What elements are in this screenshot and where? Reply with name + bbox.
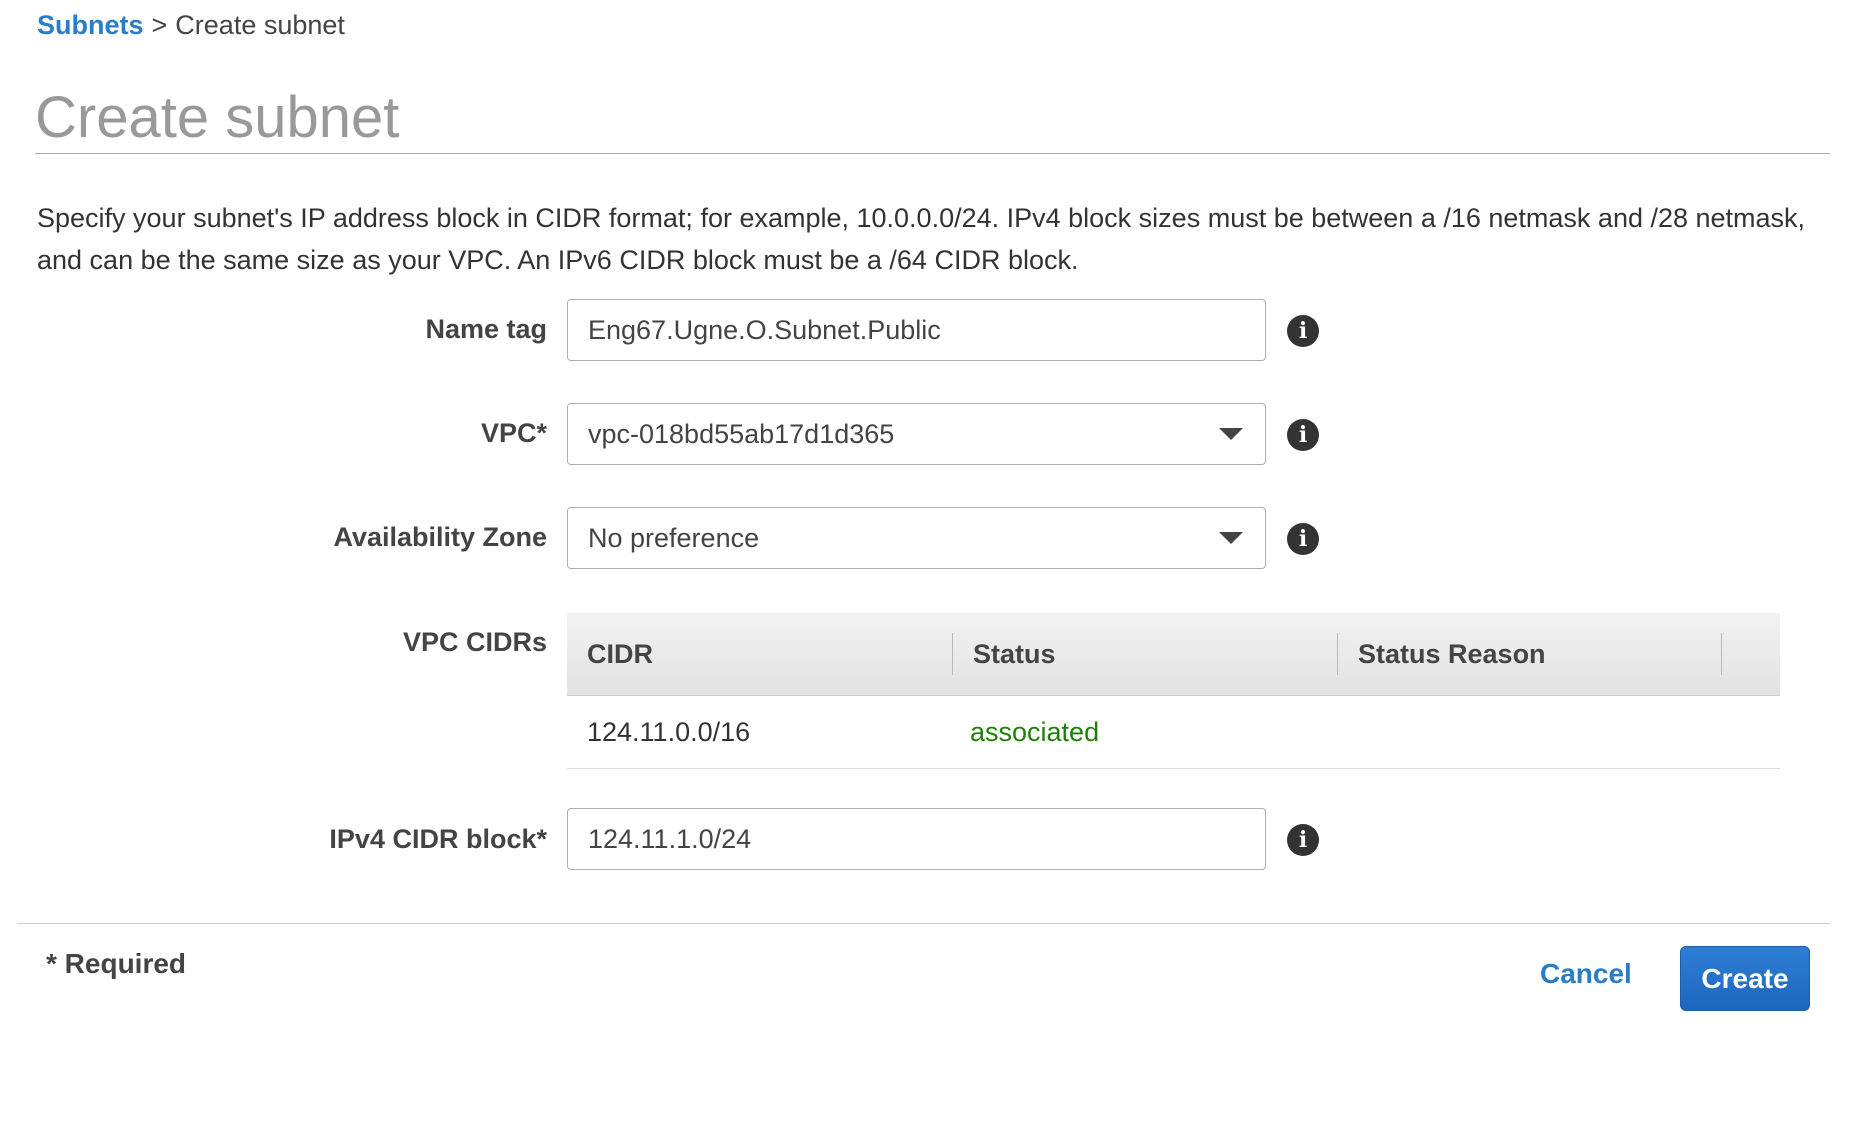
table-header: CIDR Status Status Reason <box>567 613 1780 696</box>
cancel-button[interactable]: Cancel <box>1540 958 1632 990</box>
caret-down-icon <box>1219 428 1243 440</box>
breadcrumb-current: Create subnet <box>175 10 345 40</box>
status-reason-cell <box>1338 696 1358 768</box>
availability-zone-select-value: No preference <box>588 522 760 553</box>
breadcrumb-separator: > <box>151 10 168 40</box>
info-icon[interactable]: i <box>1287 419 1319 451</box>
name-tag-label: Name tag <box>425 314 547 344</box>
table-row[interactable]: 124.11.0.0/16 associated <box>567 696 1780 769</box>
page-title: Create subnet <box>35 85 400 150</box>
vpc-select[interactable]: vpc-018bd55ab17d1d365 <box>567 403 1266 465</box>
column-divider <box>1721 633 1722 675</box>
info-icon[interactable]: i <box>1287 523 1319 555</box>
breadcrumb: Subnets > Create subnet <box>37 10 345 41</box>
info-icon[interactable]: i <box>1287 315 1319 347</box>
ipv4-cidr-block-input[interactable] <box>567 808 1266 870</box>
availability-zone-select[interactable]: No preference <box>567 507 1266 569</box>
column-header-cidr[interactable]: CIDR <box>567 613 952 695</box>
create-button[interactable]: Create <box>1680 946 1810 1011</box>
availability-zone-label: Availability Zone <box>333 522 547 552</box>
caret-down-icon <box>1219 532 1243 544</box>
cidr-cell: 124.11.0.0/16 <box>587 717 751 747</box>
ipv4-cidr-block-label: IPv4 CIDR block* <box>329 824 547 854</box>
column-header-status[interactable]: Status <box>953 613 1338 695</box>
vpc-cidrs-table: CIDR Status Status Reason 124.11.0.0/16 … <box>567 613 1780 769</box>
footer-divider <box>17 923 1830 924</box>
status-cell: associated <box>970 717 1100 747</box>
vpc-select-value: vpc-018bd55ab17d1d365 <box>588 418 895 449</box>
vpc-label: VPC* <box>480 418 547 448</box>
page-description: Specify your subnet's IP address block i… <box>37 203 1806 275</box>
title-divider <box>35 153 1830 154</box>
name-tag-input[interactable] <box>567 299 1266 361</box>
breadcrumb-subnets-link[interactable]: Subnets <box>37 10 144 40</box>
vpc-cidrs-label: VPC CIDRs <box>402 627 547 657</box>
column-header-status-reason[interactable]: Status Reason <box>1338 613 1722 695</box>
required-note: * Required <box>46 948 187 979</box>
info-icon[interactable]: i <box>1287 824 1319 856</box>
